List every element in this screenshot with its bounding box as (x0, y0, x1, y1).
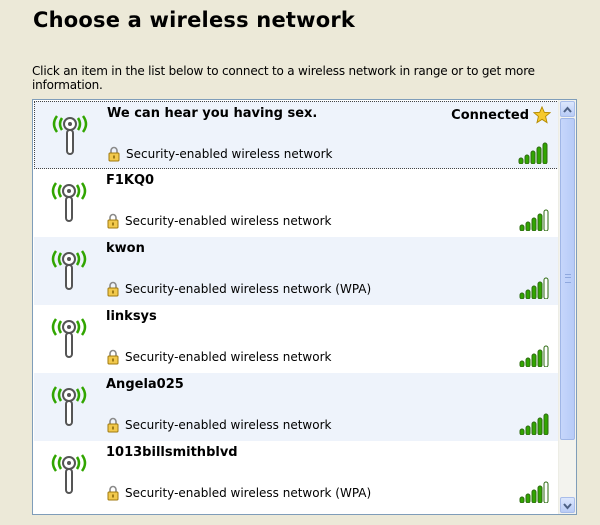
network-name: F1KQ0 (106, 173, 155, 188)
network-name: linksys (106, 309, 157, 324)
network-security: Security-enabled wireless network (WPA) (106, 281, 371, 297)
chevron-down-icon (563, 503, 572, 510)
network-security: Security-enabled wireless network (WPA) (106, 485, 371, 501)
network-item[interactable]: linksys Security-enabled wireless network (34, 305, 561, 373)
lock-icon (107, 485, 119, 501)
network-security: Security-enabled wireless network (106, 349, 331, 365)
network-security: Security-enabled wireless network (106, 213, 331, 229)
vertical-scrollbar[interactable] (558, 100, 576, 514)
star-icon (533, 106, 551, 124)
lock-icon (107, 281, 119, 297)
network-security-label: Security-enabled wireless network (125, 214, 332, 228)
scroll-thumb[interactable] (560, 118, 575, 440)
scroll-down-button[interactable] (560, 497, 575, 513)
network-item[interactable]: F1KQ0 Security-enabled wireless network (34, 169, 561, 237)
wireless-network-page: Choose a wireless network Click an item … (0, 0, 600, 525)
network-name: kwon (106, 241, 145, 256)
network-name: 1013billsmithblvd (106, 445, 238, 460)
network-list[interactable]: We can hear you having sex. Security-enab… (32, 99, 577, 515)
network-item[interactable]: Angela025 Security-enabled wireless netwo… (34, 373, 561, 441)
lock-icon (108, 146, 120, 162)
lock-icon (107, 417, 119, 433)
lock-icon (107, 349, 119, 365)
wireless-antenna-icon (52, 115, 88, 155)
network-item[interactable]: kwon Security-enabled wireless network (W… (34, 237, 561, 305)
signal-strength-icon (518, 142, 548, 164)
scroll-up-button[interactable] (560, 101, 575, 117)
wireless-antenna-icon (51, 386, 87, 426)
connection-status: Connected (451, 106, 551, 124)
network-item[interactable]: 1013billsmithblvd Security-enabled wirele… (34, 441, 561, 509)
scroll-grip (565, 274, 571, 283)
network-security-label: Security-enabled wireless network (WPA) (125, 282, 372, 296)
network-security-label: Security-enabled wireless network (WPA) (125, 486, 372, 500)
network-name: We can hear you having sex. (107, 106, 318, 121)
wireless-antenna-icon (51, 182, 87, 222)
network-security: Security-enabled wireless network (106, 417, 331, 433)
network-security-label: Security-enabled wireless network (125, 350, 332, 364)
page-description: Click an item in the list below to conne… (32, 64, 535, 92)
network-security: Security-enabled wireless network (107, 146, 332, 162)
wireless-antenna-icon (51, 454, 87, 494)
page-title: Choose a wireless network (33, 8, 356, 32)
signal-strength-icon (519, 345, 549, 367)
network-name: Angela025 (106, 377, 184, 392)
network-security-label: Security-enabled wireless network (126, 147, 333, 161)
signal-strength-icon (519, 277, 549, 299)
signal-strength-icon (519, 209, 549, 231)
network-security-label: Security-enabled wireless network (125, 418, 332, 432)
wireless-antenna-icon (51, 318, 87, 358)
network-item[interactable]: We can hear you having sex. Security-enab… (34, 101, 561, 169)
lock-icon (107, 213, 119, 229)
wireless-antenna-icon (51, 250, 87, 290)
signal-strength-icon (519, 413, 549, 435)
connection-status-label: Connected (451, 107, 529, 123)
chevron-up-icon (563, 106, 572, 113)
signal-strength-icon (519, 481, 549, 503)
